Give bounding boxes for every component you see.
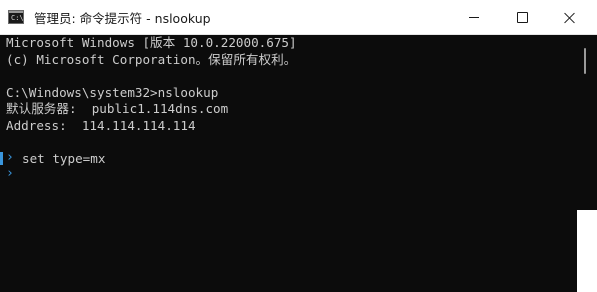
console-line: 默认服务器: public1.114dns.com: [6, 101, 229, 116]
title-bar[interactable]: C:\ 管理员: 命令提示符 - nslookup: [0, 0, 597, 35]
console-line: C:\Windows\system32>nslookup: [6, 84, 219, 100]
minimize-button[interactable]: [451, 0, 497, 35]
console-output[interactable]: Microsoft Windows [版本 10.0.22000.675] (c…: [0, 35, 579, 292]
prompt-chevron-icon: ›: [6, 166, 14, 181]
close-button[interactable]: [547, 0, 593, 35]
command-mark-bar: [0, 152, 3, 165]
command-prompt-window: C:\ 管理员: 命令提示符 - nslookup Microsoft Wind…: [0, 0, 597, 292]
maximize-icon: [516, 12, 528, 23]
window-edge: [577, 210, 597, 292]
console-line: Address: 114.114.114.114: [6, 117, 196, 133]
scrollbar-thumb[interactable]: [584, 48, 586, 74]
console-line: Microsoft Windows [版本 10.0.22000.675]: [6, 35, 297, 50]
maximize-button[interactable]: [499, 0, 545, 35]
close-icon: [564, 12, 576, 24]
cmd-icon[interactable]: C:\: [8, 10, 24, 24]
console-command-line: set type=mx: [22, 150, 106, 166]
prompt-chevron-icon: ›: [6, 150, 14, 165]
minimize-icon: [469, 17, 479, 18]
console-line: (c) Microsoft Corporation。保留所有权利。: [6, 51, 297, 67]
window-title: 管理员: 命令提示符 - nslookup: [34, 11, 211, 26]
